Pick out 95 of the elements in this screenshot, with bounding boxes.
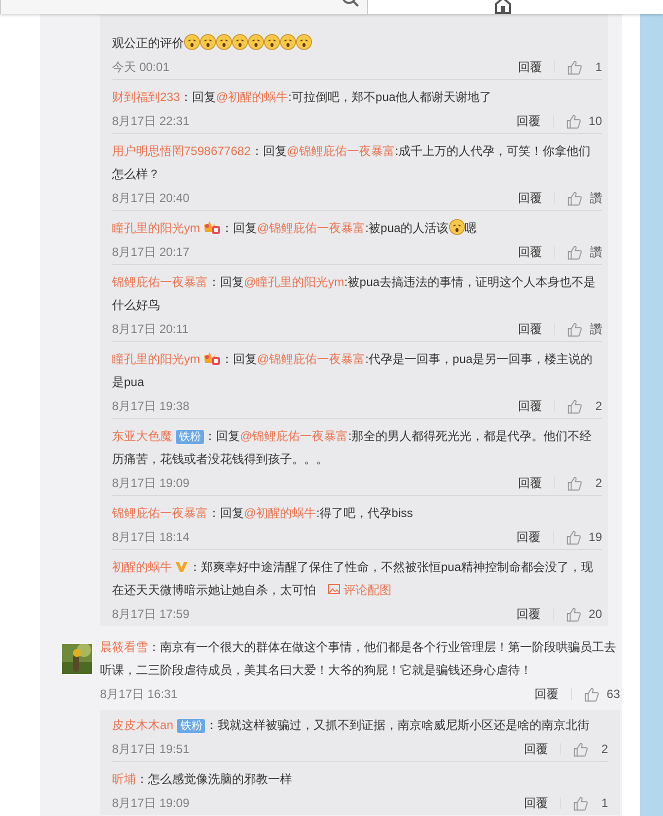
thumbs-up-icon[interactable] xyxy=(573,742,588,756)
emoji-icon xyxy=(296,34,312,50)
reply-text: 锦鲤庇佑一夜暴富：回复@瞳孔里的阳光ym:被pua去搞违法的事情，证明这个人本身也不是什么好鸟 xyxy=(112,274,597,314)
like-count: 讚 xyxy=(590,244,602,260)
author-link[interactable]: 初醒的蜗牛 xyxy=(112,560,172,574)
comment-text: 晨筱看雪：南京有一个很大的群体在做这个事情，他们都是各个行业管理层！第一阶段哄骗员工去听课，二三阶段虐待成员，美其名曰大爱！大爷的狗屁！它就是骗钱还身心虐待！ xyxy=(100,639,617,679)
reply-link[interactable]: 回覆 xyxy=(518,474,542,492)
crown-icon xyxy=(203,220,220,234)
mention-link[interactable]: @锦鲤庇佑一夜暴富 xyxy=(257,352,366,366)
emoji-icon xyxy=(280,34,296,50)
author-link[interactable]: 瞳孔里的阳光ym xyxy=(112,221,200,235)
thumbs-up-icon[interactable] xyxy=(566,530,581,544)
thumbs-up-icon[interactable] xyxy=(567,190,582,206)
emoji-icon xyxy=(232,34,248,50)
verified-icon xyxy=(175,561,188,573)
crown-icon xyxy=(203,351,220,365)
reply-time: 8月17日 19:09 xyxy=(112,794,190,812)
like-count: 10 xyxy=(588,114,602,128)
emoji-icon xyxy=(184,34,200,50)
mention-link[interactable]: @初醒的蜗牛 xyxy=(216,90,288,104)
reply-link[interactable]: 回覆 xyxy=(518,190,542,206)
emoji-icon xyxy=(216,34,232,50)
thumbs-up-icon[interactable] xyxy=(567,322,582,336)
reply-text: 瞳孔里的阳光ym ：回复@锦鲤庇佑一夜暴富:代孕是一回事，pua是另一回事，楼主说的是pua xyxy=(112,350,594,391)
reply-time: 今天 00:01 xyxy=(112,58,170,76)
reply-text: 昕埔：怎么感觉像洗脑的邪教一样 xyxy=(112,771,293,788)
mention-link[interactable]: @锦鲤庇佑一夜暴富 xyxy=(257,221,366,235)
reply-time: 8月17日 22:31 xyxy=(112,112,190,130)
reply-link[interactable]: 回覆 xyxy=(516,528,541,546)
reply-time: 8月17日 20:11 xyxy=(112,320,188,338)
reply-link[interactable]: 回覆 xyxy=(524,794,548,812)
emoji-icon xyxy=(200,34,216,50)
thumbs-up-icon[interactable] xyxy=(567,244,582,260)
like-count: 2 xyxy=(600,742,608,756)
like-count: 1 xyxy=(594,60,602,74)
like-count: 1 xyxy=(600,796,608,810)
reply-time: 8月17日 19:09 xyxy=(112,474,190,492)
reply-text: 财到福到233：回复@初醒的蜗牛:可拉倒吧，郑不pua他人都谢天谢地了 xyxy=(112,89,493,106)
author-link[interactable]: 用户明思悟罔7598677682 xyxy=(112,144,251,158)
reply-link[interactable]: 回覆 xyxy=(524,740,548,758)
author-link[interactable]: 东亚大色魔 xyxy=(112,429,172,443)
author-link[interactable]: 昕埔 xyxy=(112,772,136,786)
emoji-icon xyxy=(264,34,280,50)
like-count: 2 xyxy=(594,399,602,413)
fan-tag: 铁粉 xyxy=(176,430,204,444)
reply-time: 8月17日 20:40 xyxy=(112,190,190,206)
home-icon[interactable] xyxy=(495,0,511,14)
like-count: 63 xyxy=(606,687,620,701)
like-count: 2 xyxy=(594,476,602,490)
reply-time: 8月17日 18:14 xyxy=(112,528,190,546)
author-link[interactable]: 瞳孔里的阳光ym xyxy=(112,352,200,366)
emoji-icon xyxy=(448,219,465,235)
thumbs-up-icon[interactable] xyxy=(567,60,582,74)
like-count: 19 xyxy=(588,530,602,544)
reply-link[interactable]: 回覆 xyxy=(518,58,542,76)
thumbs-up-icon[interactable] xyxy=(567,398,582,414)
reply-time: 8月17日 19:38 xyxy=(112,398,190,414)
reply-text: 东亚大色魔 铁粉 ：回复@锦鲤庇佑一夜暴富:那全的男人都得死光光，都是代孕。他们不经历痛苦，花钱或者没花钱得到孩子。。。 xyxy=(112,428,593,468)
reply-text: 用户明思悟罔7598677682：回复@锦鲤庇佑一夜暴富:成千上万的人代孕，可笑！你拿他们怎么样？ xyxy=(112,143,592,183)
reply-link[interactable]: 回覆 xyxy=(534,686,559,702)
thumbs-up-icon[interactable] xyxy=(567,476,582,490)
mention-link[interactable]: @瞳孔里的阳光ym xyxy=(244,275,344,289)
thumbs-up-icon[interactable] xyxy=(566,114,581,128)
fan-tag: 铁粉 xyxy=(177,719,206,733)
author-link[interactable]: 锦鲤庇佑一夜暴富 xyxy=(112,275,208,289)
author-link[interactable]: 皮皮木木an xyxy=(112,718,174,732)
reply-text: 皮皮木木an 铁粉 ：我就这样被骗过，又抓不到证据，南京啥威尼斯小区还是啥的南京北街 xyxy=(112,717,590,735)
reply-link[interactable]: 回覆 xyxy=(518,244,542,260)
like-count: 讚 xyxy=(590,190,602,206)
reply-text: 锦鲤庇佑一夜暴富：回复@初醒的蜗牛:得了吧，代孕biss xyxy=(112,505,414,522)
reply-link[interactable]: 回覆 xyxy=(518,398,542,414)
author-link[interactable]: 晨筱看雪 xyxy=(100,640,148,654)
mention-link[interactable]: @初醒的蜗牛 xyxy=(244,506,316,520)
image-link[interactable]: 评论配图 xyxy=(328,583,392,597)
reply-text: 瞳孔里的阳光ym ：回复@锦鲤庇佑一夜暴富:被pua的人活该 嗯 xyxy=(112,218,478,237)
reply-time: 8月17日 17:59 xyxy=(112,606,190,622)
mention-link[interactable]: @锦鲤庇佑一夜暴富 xyxy=(240,429,348,443)
thumbs-up-icon[interactable] xyxy=(573,796,588,810)
reply-link[interactable]: 回覆 xyxy=(516,606,541,622)
reply-link[interactable]: 回覆 xyxy=(518,320,542,338)
comment-time: 8月17日 16:31 xyxy=(100,686,178,702)
like-count: 讚 xyxy=(590,320,602,338)
author-link[interactable]: 锦鲤庇佑一夜暴富 xyxy=(112,506,208,520)
mention-link[interactable]: @锦鲤庇佑一夜暴富 xyxy=(286,144,395,158)
reply-text: 初醒的蜗牛 ：郑爽幸好中途清醒了保住了性命，不然被张恒pua精神控制命都会没了，现在还天天微博暗示她让她自杀，太可怕 评论配图 xyxy=(112,559,594,599)
reply-text: 观公正的评价 xyxy=(112,32,602,55)
author-link[interactable]: 财到福到233 xyxy=(112,90,180,104)
reply-link[interactable]: 回覆 xyxy=(516,112,541,130)
thumbs-up-icon[interactable] xyxy=(584,686,599,702)
like-count: 20 xyxy=(588,607,602,621)
thumbs-up-icon[interactable] xyxy=(566,606,581,622)
emoji-icon xyxy=(248,34,264,50)
reply-time: 8月17日 19:51 xyxy=(112,740,190,758)
picture-icon xyxy=(328,584,340,594)
reply-time: 8月17日 20:17 xyxy=(112,244,190,260)
